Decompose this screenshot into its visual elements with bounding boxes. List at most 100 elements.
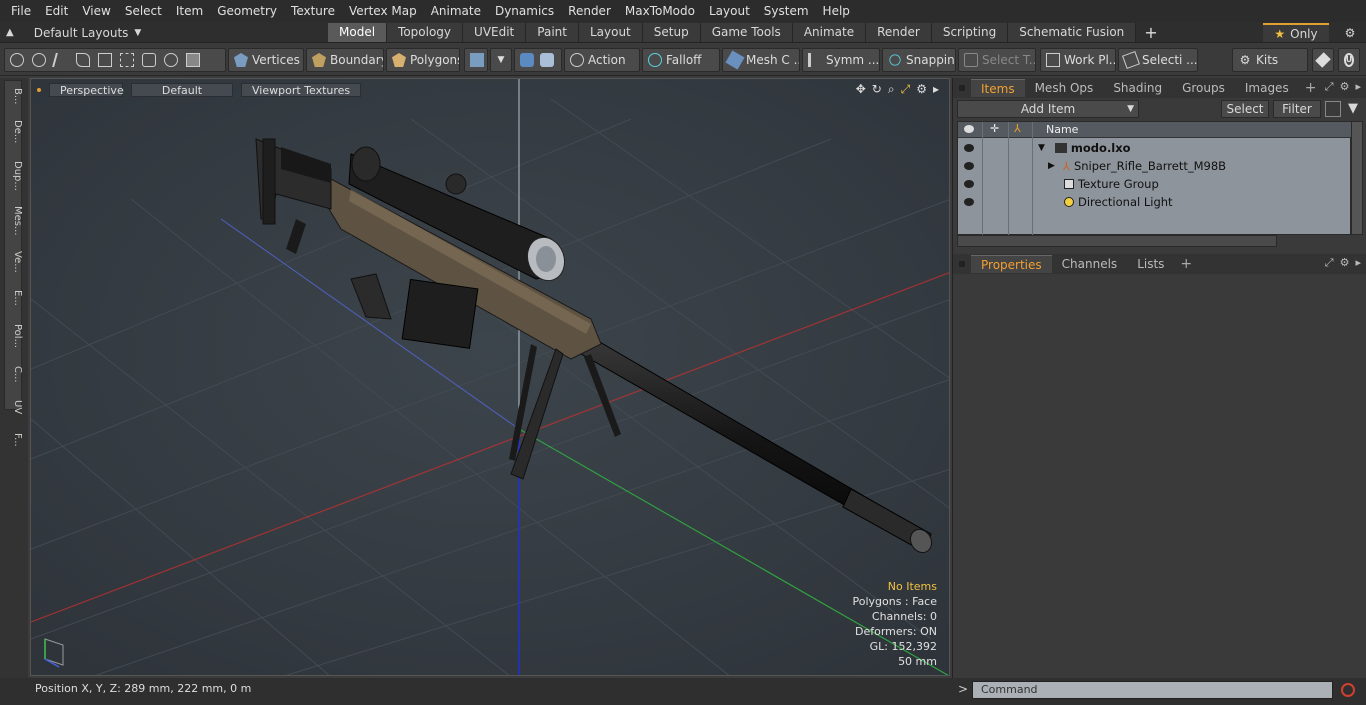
- visibility-eye-icon[interactable]: [964, 162, 974, 170]
- layout-tab-schematic-fusion[interactable]: Schematic Fusion: [1008, 23, 1137, 42]
- layout-tab-animate[interactable]: Animate: [792, 23, 867, 42]
- menu-render[interactable]: Render: [561, 0, 618, 22]
- menu-maxtomodo[interactable]: MaxToModo: [618, 0, 702, 22]
- pan-icon[interactable]: ✥: [856, 82, 866, 97]
- expand-triangle-icon[interactable]: ▶: [1048, 161, 1055, 171]
- selection-sets-button[interactable]: Selecti ...: [1118, 48, 1198, 72]
- layers-icon[interactable]: [98, 53, 112, 67]
- boundary-button[interactable]: Boundary: [306, 48, 384, 72]
- orbit-icon[interactable]: ↻: [872, 82, 882, 97]
- only-toggle[interactable]: ★ Only: [1263, 23, 1329, 42]
- panel-tab-mesh-ops[interactable]: Mesh Ops: [1025, 79, 1104, 97]
- left-tab-9[interactable]: F...: [5, 427, 23, 453]
- menu-geometry[interactable]: Geometry: [210, 0, 284, 22]
- menu-system[interactable]: System: [757, 0, 816, 22]
- kits-button[interactable]: ⚙ Kits: [1232, 48, 1308, 72]
- snapping-button[interactable]: Snapping: [882, 48, 956, 72]
- rotate-icon[interactable]: [164, 53, 178, 67]
- menu-select[interactable]: Select: [118, 0, 169, 22]
- menu-texture[interactable]: Texture: [284, 0, 342, 22]
- perspective-button[interactable]: Perspective: [49, 83, 124, 97]
- viewport-textures-button[interactable]: Viewport Textures: [241, 83, 362, 97]
- item-row-texture-group[interactable]: Texture Group: [958, 175, 1352, 193]
- menu-vertex-map[interactable]: Vertex Map: [342, 0, 424, 22]
- panel-arrow-icon[interactable]: ▸: [1355, 80, 1361, 94]
- menu-item[interactable]: Item: [169, 0, 210, 22]
- panel-menu-dot[interactable]: [959, 261, 965, 267]
- left-tab-2[interactable]: Dup...: [5, 157, 23, 195]
- brush-icon[interactable]: [76, 53, 90, 67]
- item-mode-button[interactable]: [464, 48, 488, 72]
- left-tab-6[interactable]: Pol...: [5, 319, 23, 353]
- menu-help[interactable]: Help: [816, 0, 857, 22]
- left-tab-1[interactable]: De...: [5, 115, 23, 149]
- panel-tab-images[interactable]: Images: [1235, 79, 1299, 97]
- mode-dropdown[interactable]: ▼: [490, 48, 512, 72]
- add-layout-tab-icon[interactable]: +: [1136, 23, 1165, 43]
- funnel-icon[interactable]: ▼: [1345, 101, 1361, 117]
- menu-layout[interactable]: Layout: [702, 0, 757, 22]
- work-plane-button[interactable]: Work Pl...: [1040, 48, 1116, 72]
- prop-tab-channels[interactable]: Channels: [1052, 255, 1128, 273]
- visibility-eye-icon[interactable]: [964, 198, 974, 206]
- visibility-eye-icon[interactable]: [964, 180, 974, 188]
- action-button[interactable]: Action…: [564, 48, 640, 72]
- fit-icon[interactable]: ⤢: [901, 82, 911, 97]
- expand-arrow-icon[interactable]: ▸: [933, 82, 939, 97]
- layout-tab-setup[interactable]: Setup: [642, 23, 701, 42]
- left-tab-3[interactable]: Mes...: [5, 203, 23, 239]
- panel-menu-dot[interactable]: [959, 85, 965, 91]
- polygons-button[interactable]: Polygons: [386, 48, 460, 72]
- menu-view[interactable]: View: [75, 0, 117, 22]
- left-tab-8[interactable]: UV: [5, 395, 23, 419]
- select-button[interactable]: Select: [1221, 100, 1269, 118]
- panel-tab-groups[interactable]: Groups: [1172, 79, 1235, 97]
- left-tab-4[interactable]: Ve...: [5, 247, 23, 277]
- layout-tab-game-tools[interactable]: Game Tools: [700, 23, 793, 42]
- shader-icon[interactable]: [540, 53, 554, 67]
- layout-tab-layout[interactable]: Layout: [578, 23, 643, 42]
- left-tab-5[interactable]: E...: [5, 285, 23, 311]
- layout-tab-render[interactable]: Render: [866, 23, 932, 42]
- viewport-menu-dot[interactable]: [37, 88, 41, 92]
- select-through-button[interactable]: Select T...: [958, 48, 1036, 72]
- item-list-hscroll[interactable]: [957, 235, 1277, 247]
- default-style-button[interactable]: Default: [131, 83, 233, 97]
- maximize-icon[interactable]: ⤢: [1325, 80, 1334, 94]
- prop-tab-lists[interactable]: Lists: [1127, 255, 1174, 273]
- globe-icon[interactable]: [32, 53, 46, 67]
- panel-tab-items[interactable]: Items: [971, 79, 1025, 97]
- cube-icon[interactable]: [186, 53, 200, 67]
- command-input[interactable]: Command: [972, 681, 1333, 699]
- item-list-vscroll[interactable]: [1351, 121, 1363, 235]
- menu-dynamics[interactable]: Dynamics: [488, 0, 561, 22]
- item-row-mesh[interactable]: ▶ ⅄ Sniper_Rifle_Barrett_M98B: [958, 157, 1352, 175]
- visibility-eye-icon[interactable]: [964, 144, 974, 152]
- circle-select-icon[interactable]: [10, 53, 24, 67]
- gear-icon[interactable]: ⚙: [1340, 23, 1360, 42]
- panel-arrow-icon[interactable]: ▸: [1355, 256, 1361, 270]
- menu-file[interactable]: File: [4, 0, 38, 22]
- add-item-button[interactable]: Add Item ▼: [957, 100, 1139, 118]
- layout-tab-paint[interactable]: Paint: [526, 23, 579, 42]
- mesh-constraint-button[interactable]: Mesh C ...: [722, 48, 800, 72]
- add-tab-icon[interactable]: +: [1299, 80, 1323, 96]
- layout-tab-scripting[interactable]: Scripting: [931, 23, 1009, 42]
- name-column-header[interactable]: Name: [1046, 123, 1078, 136]
- material-icon[interactable]: [520, 53, 534, 67]
- panel-gear-icon[interactable]: ⚙: [1340, 80, 1350, 94]
- layout-tab-model[interactable]: Model: [328, 23, 388, 42]
- pen-icon[interactable]: [52, 53, 70, 67]
- layout-tab-topology[interactable]: Topology: [387, 23, 464, 42]
- collapse-icon[interactable]: [1325, 101, 1341, 117]
- zoom-icon[interactable]: ⌕: [888, 82, 895, 97]
- layout-tab-uvedit[interactable]: UVEdit: [463, 23, 527, 42]
- record-icon[interactable]: [1341, 683, 1355, 697]
- 3d-viewport[interactable]: Perspective Default Viewport Textures ✥ …: [30, 78, 950, 676]
- grid-icon[interactable]: [120, 53, 134, 67]
- item-row-light[interactable]: Directional Light: [958, 193, 1352, 211]
- left-tab-0[interactable]: B...: [5, 85, 23, 107]
- layout-selector[interactable]: ▲ Default Layouts ▼: [6, 22, 141, 43]
- add-tab-icon[interactable]: +: [1174, 256, 1198, 272]
- left-tab-7[interactable]: C...: [5, 361, 23, 387]
